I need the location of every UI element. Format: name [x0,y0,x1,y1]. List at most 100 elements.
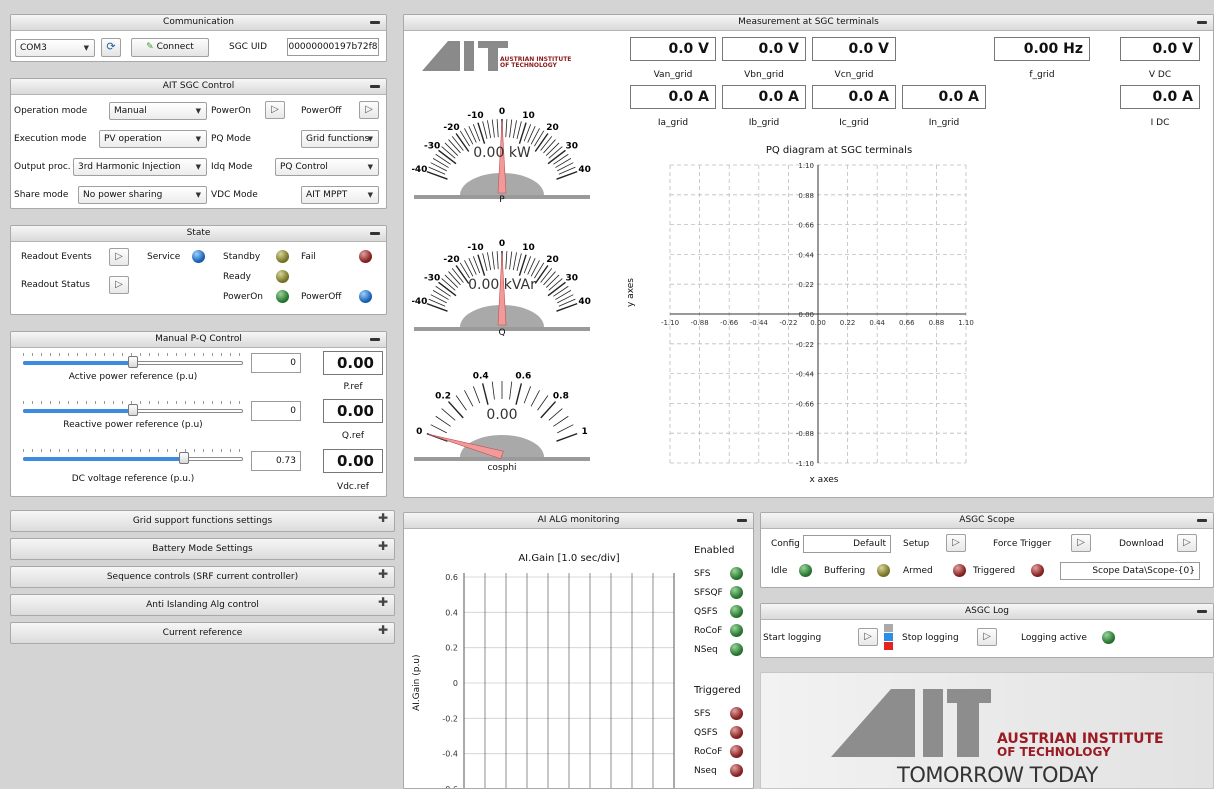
gauge-tick-label: 10 [522,243,535,253]
execution-mode-select[interactable]: PV operation ▼ [99,130,207,148]
idq-mode-label: Idq Mode [211,162,253,172]
pq-mode-select[interactable]: Grid functions ▼ [301,130,379,148]
x-tick-label: 0.22 [840,319,856,327]
gauge-p: -40 -30 -20 -10 0 10 20 30 40 0.00 kW [411,91,592,201]
y-tick-label: -0.4 [442,750,458,759]
reactive-power-input[interactable]: 0 [251,401,301,421]
download-button[interactable]: ▷ [1177,534,1197,552]
gauge-tick [530,128,540,145]
poweroff-button[interactable]: ▷ [359,101,379,119]
play-icon: ▷ [1077,537,1085,548]
expand-icon[interactable]: ✚ [378,624,388,636]
gauge-tick-label: 0 [499,107,505,117]
gauge-tick-label: -10 [467,243,483,253]
gauge-tick [435,153,451,165]
readout-status-button[interactable]: ▷ [109,276,129,294]
expand-icon[interactable]: ✚ [378,596,388,608]
minimize-icon[interactable] [1197,21,1207,24]
expand-icon[interactable]: ✚ [378,568,388,580]
minimize-icon[interactable] [1197,519,1207,522]
y-tick-label: -0.88 [796,430,814,438]
plug-icon: ✎ [146,42,154,52]
anti-islanding-panel[interactable]: Anti Islanding Alg control ✚ [10,594,395,616]
gauge-tick [482,253,488,271]
dc-voltage-slider[interactable] [23,449,243,464]
force-trigger-button[interactable]: ▷ [1071,534,1091,552]
manual-pq-panel: Manual P-Q Control Active power referenc… [10,331,387,497]
output-proc-select[interactable]: 3rd Harmonic Injection ▼ [73,158,207,176]
scope-path-field[interactable]: Scope Data\Scope-{0} [1060,562,1200,580]
minimize-icon[interactable] [737,519,747,522]
ic-label: Ic_grid [839,118,869,128]
sequence-controls-panel[interactable]: Sequence controls (SRF current controlle… [10,566,395,588]
reactive-power-slider[interactable] [23,401,243,416]
minimize-icon[interactable] [370,338,380,341]
gauge-tick [556,432,578,442]
reactive-power-display: 0.00 [323,399,383,423]
com-port-select[interactable]: COM3 ▼ [15,39,95,57]
gauge-tick-label: 30 [566,273,579,283]
vdc-display: 0.0 V [1120,37,1200,61]
indicator-label: Nseq [694,766,717,776]
setup-label: Setup [903,539,930,549]
minimize-icon[interactable] [1197,610,1207,613]
gauge-tick [441,408,456,421]
current-reference-panel[interactable]: Current reference ✚ [10,622,395,644]
connect-button[interactable]: ✎ Connect [131,38,209,57]
minimize-icon[interactable] [370,21,380,24]
gauge-tick [557,162,574,172]
indicator-led [730,764,743,777]
config-field[interactable]: Default [803,535,891,553]
minimize-icon[interactable] [370,85,380,88]
slider-handle[interactable] [128,356,138,368]
pq-diagram-title: PQ diagram at SGC terminals [765,145,913,156]
gauge-tick [512,252,517,271]
setup-button[interactable]: ▷ [946,534,966,552]
chevron-down-icon: ▼ [83,44,89,52]
triggered-label: Triggered [973,566,1016,576]
gauge-tick [441,146,456,159]
gauge-tick [523,386,532,404]
slider-handle[interactable] [128,404,138,416]
gauge-tick-label: 20 [546,255,559,265]
gauge-tick [555,290,572,300]
active-power-slider[interactable] [23,353,243,368]
triggered-title: Triggered [694,685,741,696]
gauge-value: 0.00 [486,407,517,423]
expand-icon[interactable]: ✚ [378,540,388,552]
play-icon: ▷ [115,279,123,290]
active-power-input[interactable]: 0 [251,353,301,373]
y-tick-label: 0 [453,679,458,688]
download-label: Download [1119,539,1164,549]
execution-mode-label: Execution mode [14,134,87,144]
grid-support-panel[interactable]: Grid support functions settings ✚ [10,510,395,532]
refresh-button[interactable]: ⟳ [101,38,121,57]
gauge-dial: -40 -30-20 -10 0 10 20 30 40 0.00 kVAr [411,239,591,331]
readout-events-button[interactable]: ▷ [109,248,129,266]
gauge-tick [545,142,560,156]
start-logging-button[interactable]: ▷ [858,628,878,646]
gauge-tick [509,119,513,138]
idc-label: I DC [1150,118,1170,128]
sgc-uid-field[interactable]: 00000000197b72f8 [287,38,379,56]
pq-ylabel: y axes [626,278,636,307]
stop-logging-button[interactable]: ▷ [977,628,997,646]
gauge-tick [430,162,447,172]
in-display: 0.0 A [902,85,986,109]
gauge-tick-label: 0.6 [515,372,531,382]
gauge-tick [426,302,448,312]
battery-mode-panel[interactable]: Battery Mode Settings ✚ [10,538,395,560]
share-mode-select[interactable]: No power sharing ▼ [78,186,207,204]
ai-ylabel: AI.Gain (p.u) [412,654,422,711]
operation-mode-select[interactable]: Manual ▼ [109,102,207,120]
y-tick-label: 0.4 [445,608,458,617]
play-icon: ▷ [115,251,123,262]
x-tick-label: 0.66 [899,319,915,327]
minimize-icon[interactable] [370,232,380,235]
slider-handle[interactable] [178,452,189,464]
poweron-button[interactable]: ▷ [265,101,285,119]
dc-voltage-input[interactable]: 0.73 [251,451,301,471]
expand-icon[interactable]: ✚ [378,512,388,524]
vdc-mode-select[interactable]: AIT MPPT ▼ [301,186,379,204]
idq-mode-select[interactable]: PQ Control ▼ [275,158,379,176]
